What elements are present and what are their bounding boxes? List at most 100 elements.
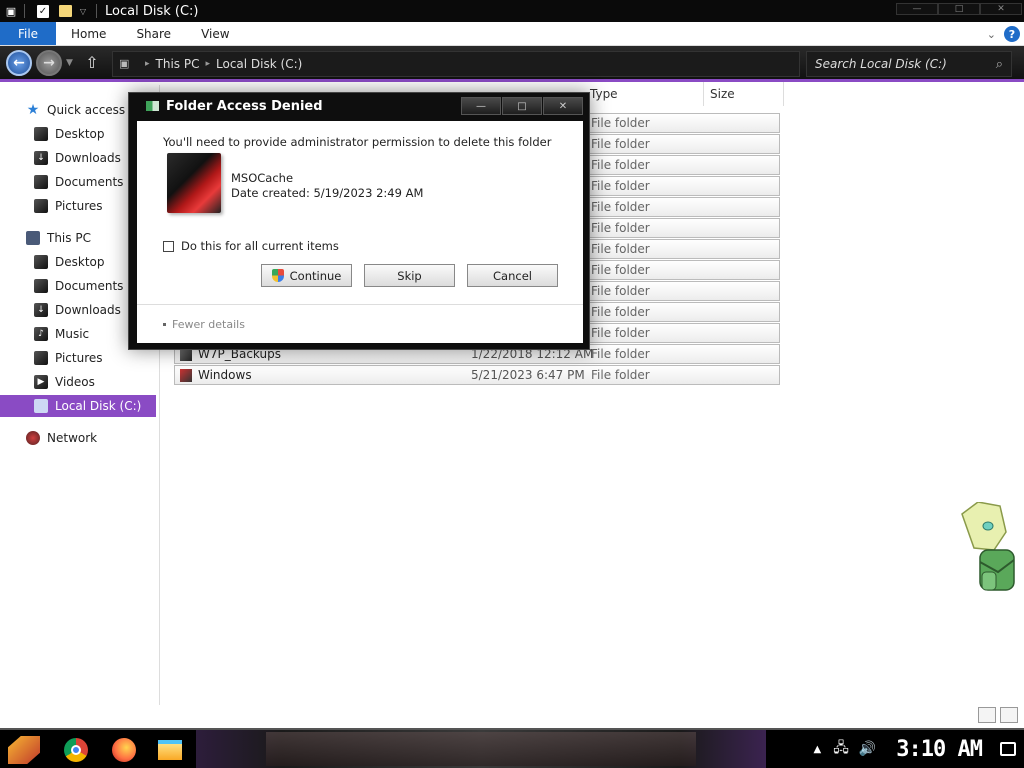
action-center-icon[interactable] [1000,742,1016,756]
chrome-taskbar-button[interactable] [62,736,90,764]
drive-icon [34,399,48,413]
file-row[interactable]: Windows 5/21/2023 6:47 PM File folder [174,365,780,385]
network-icon [26,431,40,445]
folder-icon [167,153,221,213]
file-name: Windows [198,368,252,382]
file-type: File folder [591,221,650,235]
show-hidden-icons-icon[interactable]: ▲ [814,744,822,755]
back-button[interactable]: ← [6,49,32,76]
forward-button[interactable]: → [36,49,62,76]
desktop-icon [34,255,48,269]
help-icon[interactable]: ? [1004,26,1020,42]
column-header-size[interactable]: Size [704,82,784,106]
search-placeholder: Search Local Disk (C:) [815,57,947,71]
dialog-close-button[interactable]: ✕ [543,97,583,115]
tab-home[interactable]: Home [56,22,121,45]
recent-locations-icon[interactable]: ▼ [66,58,73,68]
details-view-button[interactable] [978,707,996,723]
sidebar-item-label: Downloads [55,303,121,317]
firefox-taskbar-button[interactable] [110,736,138,764]
computer-icon [26,231,40,245]
dialog-minimize-button[interactable]: — [461,97,501,115]
skip-button[interactable]: Skip [364,264,455,287]
ribbon-right: ⌄ ? [987,26,1020,42]
sidebar-item-label: Documents [55,279,124,293]
music-icon: ♪ [34,327,48,341]
checkbox-box[interactable] [163,240,174,252]
dialog-folder-name: MSOCache [231,171,294,185]
breadcrumb-local-disk[interactable]: Local Disk (C:) [216,57,302,71]
breadcrumb-this-pc[interactable]: This PC [156,57,200,71]
large-icons-view-button[interactable] [1000,707,1018,723]
sidebar-item-network[interactable]: Network [0,427,156,449]
folder-access-denied-dialog: Folder Access Denied — □ ✕ You'll need t… [128,92,590,350]
tab-view[interactable]: View [186,22,244,45]
sidebar-item-local-disk[interactable]: Local Disk (C:) [0,395,156,417]
sidebar-item-label: Downloads [55,151,121,165]
explorer-app-icon[interactable]: ▣ [4,4,18,18]
file-type: File folder [591,179,650,193]
dialog-maximize-button[interactable]: □ [502,97,542,115]
clock[interactable]: 3:10 AM [896,737,983,762]
minimize-button[interactable]: — [896,3,938,15]
window-controls: — □ ✕ [896,3,1022,15]
pictures-icon [34,199,48,213]
sidebar-item-label: Documents [55,175,124,189]
pictures-icon [34,351,48,365]
tab-share[interactable]: Share [121,22,186,45]
fewer-details-toggle[interactable]: Fewer details [163,318,245,331]
maximize-button[interactable]: □ [938,3,980,15]
apply-to-all-checkbox[interactable]: Do this for all current items [163,239,339,253]
sidebar-item-label: Videos [55,375,95,389]
customize-toolbar-icon[interactable]: ▽ [76,4,90,18]
new-folder-icon[interactable] [59,5,72,17]
system-tray: ▲ 🖧 🔊 3:10 AM [814,734,1016,764]
taskbar-decoration [196,730,766,768]
dialog-body: You'll need to provide administrator per… [137,121,583,343]
navigation-bar: ← → ▼ ⇧ ▣ ▸ This PC ▸ Local Disk (C:) Se… [0,46,1024,82]
sidebar-item-label: Pictures [55,351,103,365]
file-type: File folder [591,137,650,151]
character-sticker [961,502,1015,591]
sidebar-item-label: Desktop [55,255,105,269]
file-type: File folder [591,347,650,361]
computer-icon: ▣ [119,57,130,70]
column-header-type[interactable]: Type [584,82,704,106]
dialog-message: You'll need to provide administrator per… [163,135,552,149]
sidebar-item-label: Desktop [55,127,105,141]
close-button[interactable]: ✕ [980,3,1022,15]
start-button[interactable] [8,736,40,764]
file-type: File folder [591,116,650,130]
volume-icon[interactable]: 🔊 [859,741,876,757]
expand-ribbon-icon[interactable]: ⌄ [987,28,996,41]
documents-icon [34,175,48,189]
up-button[interactable]: ⇧ [83,53,101,72]
file-date: 5/21/2023 6:47 PM [471,368,585,382]
breadcrumb-separator: ▸ [145,59,150,69]
window-title: Local Disk (C:) [105,3,199,19]
checkbox-label: Do this for all current items [181,239,339,253]
file-explorer-icon [158,740,182,760]
search-input[interactable]: Search Local Disk (C:) ⌕ [806,51,1012,77]
properties-icon[interactable]: ✓ [37,4,49,18]
file-type: File folder [591,263,650,277]
continue-label: Continue [289,268,342,283]
cancel-button[interactable]: Cancel [467,264,558,287]
address-bar[interactable]: ▣ ▸ This PC ▸ Local Disk (C:) [112,51,800,77]
videos-icon: ▶ [34,375,48,389]
title-separator [96,4,97,18]
sidebar-item-label: Local Disk (C:) [55,399,142,413]
sidebar-item-label: Network [47,431,98,445]
continue-button[interactable]: Continue [261,264,352,287]
network-icon[interactable]: 🖧 [833,737,849,761]
sidebar-item-pictures[interactable]: Pictures [0,347,156,369]
dialog-folder-date: Date created: 5/19/2023 2:49 AM [231,186,424,200]
tab-file[interactable]: File [0,22,56,45]
file-type: File folder [591,200,650,214]
file-type: File folder [591,326,650,340]
search-icon[interactable]: ⌕ [996,57,1003,72]
title-separator [24,4,25,18]
file-explorer-taskbar-button[interactable] [156,736,184,764]
taskbar-decoration-inner [266,732,696,766]
sidebar-item-videos[interactable]: ▶ Videos [0,371,156,393]
